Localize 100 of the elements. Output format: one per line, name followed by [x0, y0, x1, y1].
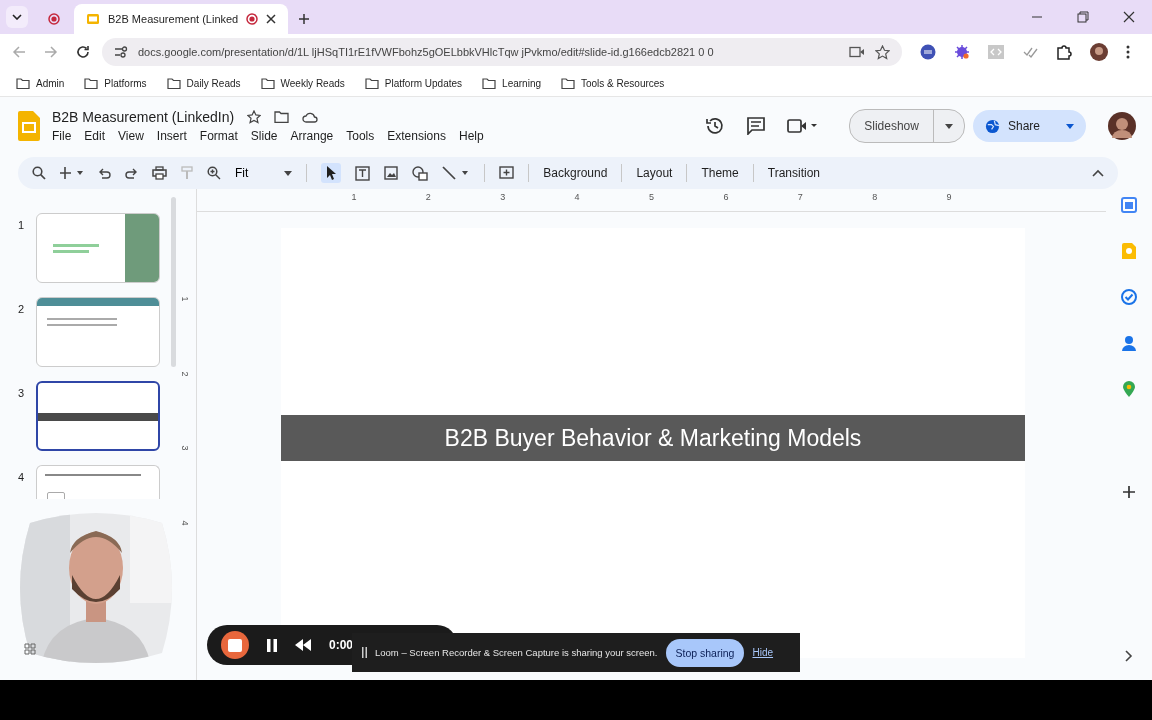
ruler-number: 6 [723, 192, 729, 202]
expand-icon[interactable] [1125, 650, 1133, 662]
site-settings-icon[interactable] [114, 46, 128, 58]
checklist-icon[interactable] [1022, 45, 1038, 59]
grid-icon[interactable] [24, 643, 36, 655]
collapse-icon[interactable] [1092, 169, 1104, 177]
avatar-icon[interactable] [1090, 43, 1108, 61]
menu-item[interactable]: Arrange [290, 129, 334, 143]
tab-search-button[interactable] [6, 6, 28, 28]
restore-icon[interactable] [1077, 11, 1089, 23]
pause-icon[interactable] [267, 638, 277, 652]
undo-icon[interactable] [98, 167, 111, 179]
zoom-dropdown[interactable]: Fit [235, 166, 293, 180]
comment-icon[interactable] [747, 117, 766, 135]
camera-icon[interactable] [849, 46, 865, 58]
menu-item[interactable]: Slide [250, 129, 278, 143]
menu-item[interactable]: Help [458, 129, 484, 143]
extension-icon[interactable] [920, 44, 936, 60]
cloud-icon[interactable] [302, 111, 319, 123]
line-icon[interactable] [442, 166, 471, 180]
toolbar-button[interactable]: Layout [636, 166, 673, 180]
new-tab-icon[interactable] [298, 13, 311, 25]
toolbar-button[interactable]: Transition [767, 166, 821, 180]
stop-recording-button[interactable] [221, 631, 249, 659]
shape-icon[interactable] [412, 165, 429, 181]
contacts-icon[interactable] [1122, 335, 1136, 351]
menu-item[interactable]: View [118, 129, 144, 143]
ruler-number: 2 [425, 192, 431, 202]
slide-title[interactable]: B2B Buyer Behavior & Marketing Models [444, 424, 862, 452]
folder-icon [364, 77, 379, 89]
search-icon[interactable] [32, 166, 46, 180]
ruler-number: 7 [797, 192, 803, 202]
tasks-icon[interactable] [1121, 289, 1137, 305]
add-icon[interactable] [1122, 485, 1136, 499]
document-title[interactable]: B2B Measurement (LinkedIn) [52, 109, 235, 125]
share-button[interactable]: Share [972, 110, 1086, 142]
folder-icon [166, 77, 181, 89]
caret-icon [944, 123, 953, 129]
bookmark-folder[interactable]: Weekly Reads [260, 77, 345, 89]
caret-icon [1066, 123, 1074, 129]
address-bar[interactable]: docs.google.com/presentation/d/1L ljHSqTI1rE1fVWFbohz5gOELbbkVHlcTqw jPvkmo/edit#slide-id.g166edcb2821 0 0 [102, 38, 902, 66]
ruler-number: 3 [500, 192, 506, 202]
url-text: docs.google.com/presentation/d/1L ljHSqTI1rE1fVWFbohz5gOELbbkVHlcTqw jPvkmo/edit#slide-id.g166edcb2821 0 0 [138, 46, 714, 58]
print-icon[interactable] [152, 166, 167, 180]
menu-item[interactable]: Tools [346, 129, 375, 143]
browser-tab[interactable]: B2B Measurement (Linked [74, 4, 289, 34]
bookmark-folder[interactable]: Platform Updates [364, 77, 463, 89]
slide-number: 3 [18, 387, 26, 401]
caret-icon [284, 170, 293, 176]
folder-icon[interactable] [274, 111, 290, 123]
slide-number: 4 [18, 471, 26, 485]
bookmark-folder[interactable]: Admin [16, 77, 65, 89]
image-icon[interactable] [384, 166, 399, 180]
recording-time: 0:00 [329, 638, 354, 652]
bookmark-folder[interactable]: Daily Reads [166, 77, 241, 89]
puzzle-icon[interactable] [1056, 44, 1072, 60]
toolbar-button[interactable]: Background [543, 166, 608, 180]
menu-item[interactable]: File [52, 129, 72, 143]
folder-icon [561, 77, 575, 89]
folder-icon [260, 77, 275, 89]
add-icon[interactable] [60, 167, 84, 179]
menu-item[interactable]: Format [199, 129, 238, 143]
bookmark-folder[interactable]: Platforms [84, 77, 147, 89]
slide-thumbnail[interactable] [36, 381, 160, 451]
star-icon[interactable] [247, 110, 262, 124]
comment-add-icon[interactable] [499, 165, 515, 181]
bookmark-folder[interactable]: Tools & Resources [561, 77, 665, 89]
slide-number: 1 [18, 219, 26, 233]
ruler-number: 1 [179, 296, 190, 302]
menu-item[interactable]: Extensions [387, 129, 446, 143]
reload-icon[interactable] [76, 45, 90, 59]
calendar-icon[interactable] [1121, 197, 1137, 213]
ruler-number: 3 [179, 445, 190, 451]
hide-link[interactable]: Hide [752, 647, 774, 658]
bookmark-folder[interactable]: Learning [482, 77, 541, 89]
text-box-icon[interactable] [355, 165, 371, 181]
recording-icon [48, 13, 60, 25]
close-icon[interactable] [266, 14, 277, 24]
close-icon[interactable] [1123, 11, 1135, 23]
toolbar-button[interactable]: Theme [701, 166, 739, 180]
zoom-icon[interactable] [207, 166, 221, 180]
ruler-number: 4 [179, 520, 190, 526]
menu-item[interactable]: Edit [84, 129, 106, 143]
history-icon[interactable] [705, 116, 726, 136]
select-icon[interactable] [321, 163, 342, 183]
redo-icon[interactable] [125, 167, 138, 179]
star-icon[interactable] [875, 44, 890, 60]
drag-handle-icon[interactable] [362, 647, 367, 658]
menu-icon[interactable] [1126, 45, 1130, 59]
slides-icon [86, 12, 100, 26]
rewind-icon[interactable] [295, 639, 311, 651]
maps-icon[interactable] [1123, 381, 1135, 397]
avatar-icon[interactable] [1108, 112, 1136, 140]
ruler-number: 9 [946, 192, 952, 202]
menu-item[interactable]: Insert [156, 129, 187, 143]
extension-icon[interactable] [954, 44, 970, 60]
stop-sharing-button[interactable]: Stop sharing [665, 638, 745, 667]
video-call-icon[interactable] [787, 118, 818, 134]
folder-icon [16, 77, 30, 89]
slide-number: 2 [18, 303, 26, 317]
